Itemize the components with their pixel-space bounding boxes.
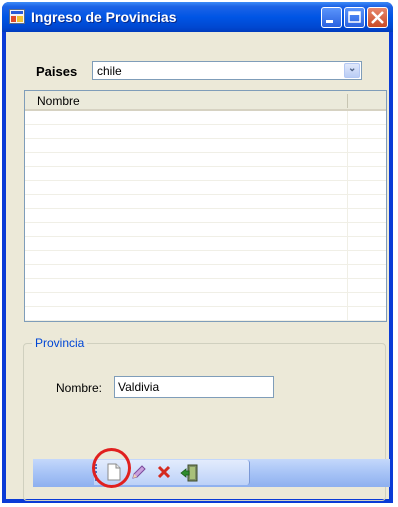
exit-door-icon <box>180 464 198 482</box>
grid-empty-row <box>25 251 386 265</box>
grid-empty-row <box>25 167 386 181</box>
grid-empty-row <box>25 293 386 307</box>
toolbar-grip[interactable] <box>95 464 99 481</box>
grid-empty-row <box>25 223 386 237</box>
grid-empty-row <box>25 153 386 167</box>
close-icon <box>371 11 384 24</box>
app-window: Ingreso de Provincias Paises chile ⌄ Nom… <box>2 2 393 503</box>
paises-label: Paises <box>36 64 78 79</box>
new-button[interactable] <box>103 461 125 483</box>
minimize-button[interactable] <box>321 7 342 28</box>
dropdown-button[interactable]: ⌄ <box>344 63 360 78</box>
grid-empty-row <box>25 181 386 195</box>
grid-empty-row <box>25 307 386 321</box>
grid-empty-row <box>25 237 386 251</box>
grid-empty-row <box>25 279 386 293</box>
grid-empty-row <box>25 139 386 153</box>
title-bar[interactable]: Ingreso de Provincias <box>2 2 393 32</box>
grid-empty-row <box>25 265 386 279</box>
delete-button[interactable] <box>153 461 175 483</box>
pencil-icon <box>132 465 146 479</box>
provincias-grid[interactable]: Nombre <box>24 90 387 322</box>
nombre-label: Nombre: <box>56 381 103 395</box>
chevron-down-icon: ⌄ <box>348 63 357 74</box>
app-icon[interactable] <box>9 9 25 24</box>
grid-header: Nombre <box>25 91 386 111</box>
paises-selected-value: chile <box>97 64 122 78</box>
edit-button[interactable] <box>128 461 150 483</box>
grid-empty-row <box>25 195 386 209</box>
form-client-area: Paises chile ⌄ Nombre Provincia Nombre: <box>6 32 390 501</box>
bottom-toolbar <box>33 459 390 487</box>
close-button[interactable] <box>367 7 388 28</box>
grid-empty-row <box>25 111 386 125</box>
exit-button[interactable] <box>178 461 200 483</box>
paises-dropdown[interactable]: chile ⌄ <box>92 61 362 80</box>
minimize-icon <box>326 20 333 23</box>
grid-empty-row <box>25 125 386 139</box>
provincia-group-title: Provincia <box>32 336 88 350</box>
maximize-button[interactable] <box>344 7 365 28</box>
maximize-icon <box>348 11 361 23</box>
new-document-icon <box>107 463 121 481</box>
nombre-input[interactable] <box>118 378 268 396</box>
grid-empty-row <box>25 209 386 223</box>
nombre-input-box[interactable] <box>114 376 274 398</box>
window-title: Ingreso de Provincias <box>31 9 177 25</box>
red-x-icon <box>157 465 171 479</box>
column-divider[interactable] <box>347 94 348 108</box>
column-header-nombre[interactable]: Nombre <box>37 94 80 108</box>
